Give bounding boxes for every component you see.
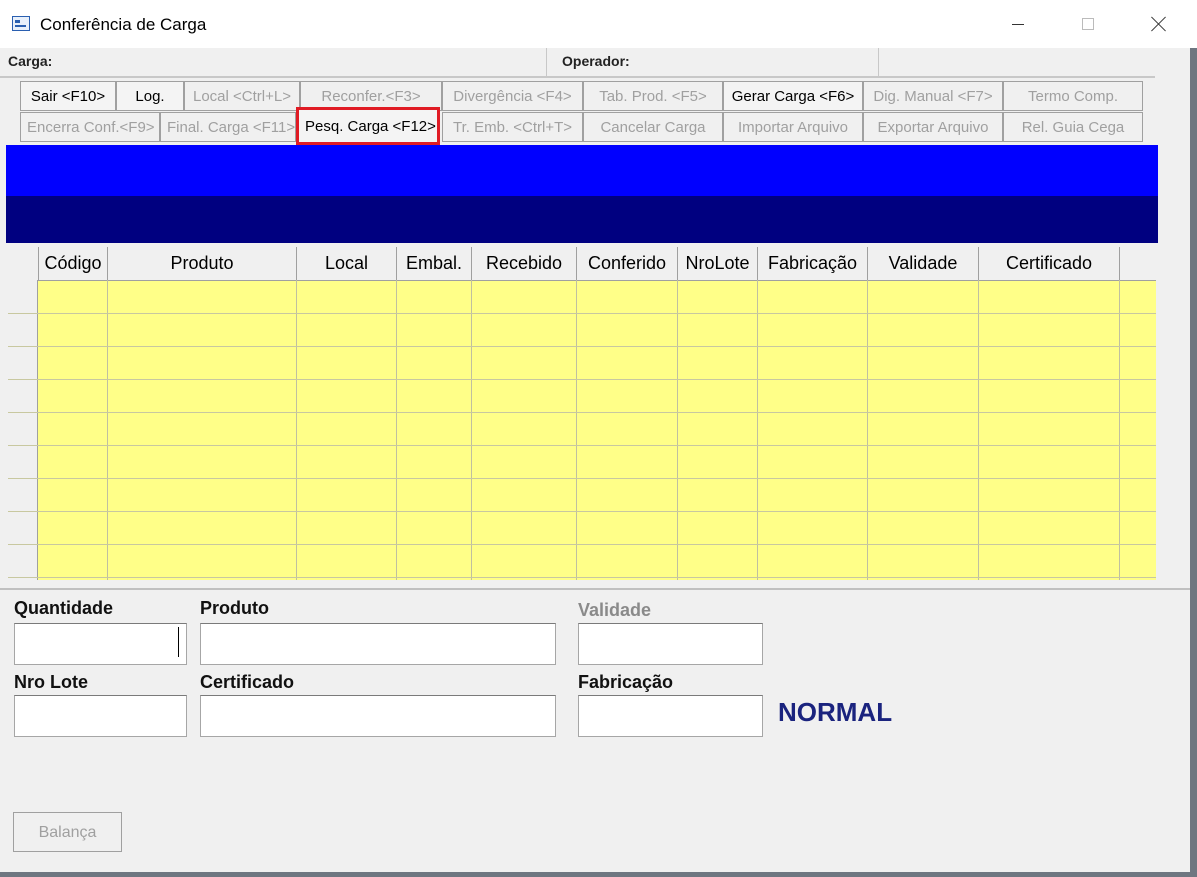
validade-label: Validade [578, 600, 652, 620]
grid-row-line [8, 511, 1156, 512]
minimize-icon[interactable] [995, 8, 1041, 40]
tr-emb-button[interactable]: Tr. Emb. <Ctrl+T> [442, 112, 583, 142]
grid-row-line [8, 346, 1156, 347]
row-indicator-column [8, 280, 38, 580]
app-window-icon [12, 16, 30, 31]
grid-column-line [978, 280, 979, 580]
grid-row-line [8, 577, 1156, 578]
form-divider [0, 588, 1192, 590]
produto-label: Produto [200, 598, 269, 618]
column-header-embal[interactable]: Embal. [397, 247, 472, 280]
column-header-filler [1120, 247, 1156, 280]
fabricacao-input[interactable] [578, 695, 763, 737]
column-header-validade[interactable]: Validade [868, 247, 979, 280]
grid-row-line [8, 478, 1156, 479]
column-header-codigo[interactable]: Código [39, 247, 108, 280]
header-panel-blue [6, 145, 1158, 196]
info-separator [878, 48, 879, 76]
column-header-recebido[interactable]: Recebido [472, 247, 577, 280]
grid-column-line [677, 280, 678, 580]
background-window-edge [0, 872, 1197, 877]
column-header-certificado[interactable]: Certificado [979, 247, 1120, 280]
carga-label: Carga: [8, 53, 53, 69]
pesq-carga-button[interactable]: Pesq. Carga <F12> [296, 107, 440, 145]
grid-column-line [1119, 280, 1120, 580]
log-button[interactable]: Log. [116, 81, 184, 111]
background-window-edge [1190, 48, 1197, 877]
grid-column-line [396, 280, 397, 580]
importar-arquivo-button[interactable]: Importar Arquivo [723, 112, 863, 142]
gerar-carga-button[interactable]: Gerar Carga <F6> [723, 81, 863, 111]
produto-input[interactable] [200, 623, 556, 665]
grid-column-line [757, 280, 758, 580]
nro-lote-label: Nro Lote [14, 672, 88, 692]
cancelar-carga-button[interactable]: Cancelar Carga [583, 112, 723, 142]
column-header-local[interactable]: Local [297, 247, 397, 280]
fabricacao-label: Fabricação [578, 672, 674, 692]
grid-row-line [8, 313, 1156, 314]
quantidade-input[interactable] [14, 623, 187, 665]
quantidade-label: Quantidade [14, 598, 114, 618]
header-panel-navy [6, 196, 1158, 243]
column-header-fabricacao[interactable]: Fabricação [758, 247, 868, 280]
grid-row-line [8, 445, 1156, 446]
column-header-conferido[interactable]: Conferido [577, 247, 678, 280]
local-button[interactable]: Local <Ctrl+L> [184, 81, 300, 111]
info-separator [546, 48, 547, 76]
text-cursor [178, 627, 179, 657]
products-grid[interactable]: Código Produto Local Embal. Recebido Con… [8, 247, 1156, 580]
close-icon[interactable] [1136, 8, 1182, 40]
row-indicator-header [8, 247, 39, 280]
window-title: Conferência de Carga [40, 15, 207, 34]
grid-column-line [867, 280, 868, 580]
grid-row-line [8, 544, 1156, 545]
column-header-nrolote[interactable]: NroLote [678, 247, 758, 280]
rel-guia-cega-button[interactable]: Rel. Guia Cega [1003, 112, 1143, 142]
status-label: NORMAL [778, 697, 893, 727]
final-carga-button[interactable]: Final. Carga <F11> [160, 112, 296, 142]
validade-input[interactable] [578, 623, 763, 665]
grid-row-line [8, 412, 1156, 413]
encerra-conf-button[interactable]: Encerra Conf.<F9> [20, 112, 160, 142]
tab-prod-button[interactable]: Tab. Prod. <F5> [583, 81, 723, 111]
grid-column-line [576, 280, 577, 580]
grid-column-line [471, 280, 472, 580]
grid-column-line [107, 280, 108, 580]
divergencia-button[interactable]: Divergência <F4> [442, 81, 583, 111]
termo-comp-button[interactable]: Termo Comp. [1003, 81, 1143, 111]
nro-lote-input[interactable] [14, 695, 187, 737]
column-header-produto[interactable]: Produto [108, 247, 297, 280]
maximize-icon[interactable] [1066, 8, 1112, 40]
exportar-arquivo-button[interactable]: Exportar Arquivo [863, 112, 1003, 142]
balanca-button[interactable]: Balança [13, 812, 122, 852]
operador-label: Operador: [562, 53, 630, 69]
grid-row-line [8, 379, 1156, 380]
grid-column-line [296, 280, 297, 580]
title-bar: Conferência de Carga [0, 0, 1197, 48]
sair-button[interactable]: Sair <F10> [20, 81, 116, 111]
grid-header: Código Produto Local Embal. Recebido Con… [8, 247, 1156, 281]
info-bar: Carga: Operador: [0, 48, 1155, 78]
dig-manual-button[interactable]: Dig. Manual <F7> [863, 81, 1003, 111]
certificado-label: Certificado [200, 672, 295, 692]
certificado-input[interactable] [200, 695, 556, 737]
